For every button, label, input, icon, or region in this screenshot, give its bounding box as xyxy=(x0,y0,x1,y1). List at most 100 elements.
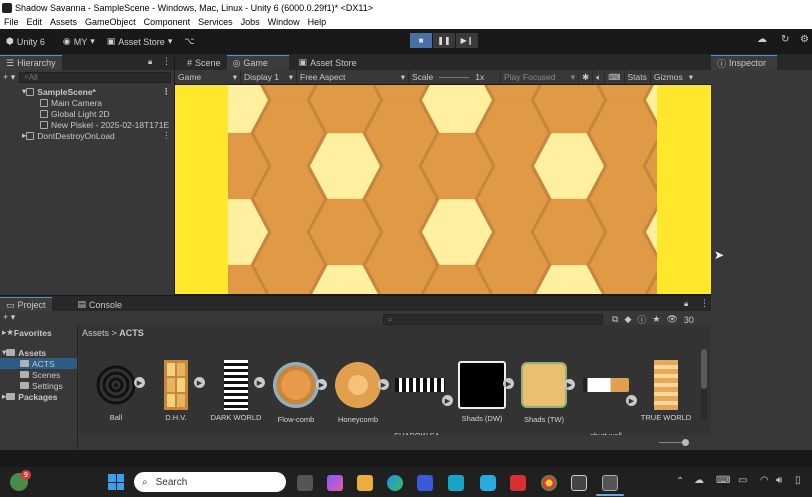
hierarchy-row-scene[interactable]: ▾ SampleScene* ⋮ xyxy=(0,86,174,97)
hierarchy-row-main-camera[interactable]: Main Camera xyxy=(0,97,174,108)
volume-icon[interactable]: 🔊︎ xyxy=(776,475,782,486)
audio-mute-icon[interactable]: 🔈︎ xyxy=(593,70,606,84)
more-icon[interactable]: ⋮ xyxy=(162,86,171,97)
menu-services[interactable]: Services xyxy=(194,17,237,27)
app-icon[interactable] xyxy=(448,475,464,491)
play-button[interactable]: ■ xyxy=(410,33,432,48)
windows-start-icon[interactable] xyxy=(108,474,124,490)
more-icon[interactable]: ⋮ xyxy=(700,298,709,309)
taskbar-search[interactable]: ⌕ Search xyxy=(134,472,286,492)
tab-game[interactable]: ◎ Game xyxy=(226,55,289,70)
menu-edit[interactable]: Edit xyxy=(23,17,47,27)
menu-bar: File Edit Assets GameObject Component Se… xyxy=(0,15,812,29)
lock-icon[interactable]: 🔒︎ xyxy=(684,299,688,309)
step-button[interactable]: ▶❙ xyxy=(456,33,478,48)
play-focused-dropdown[interactable]: Play Focused ▾ xyxy=(501,70,579,84)
project-search-input[interactable]: ⌕ xyxy=(383,314,603,325)
stats-button[interactable]: Stats xyxy=(625,70,651,84)
asset-item-shads-tw[interactable]: ▶ Shads (TW) xyxy=(511,360,577,424)
asset-item-shurt-wall[interactable]: ▶ shurt wall xyxy=(573,360,639,440)
cloud-icon[interactable]: ☁ xyxy=(757,34,767,45)
task-view-icon[interactable] xyxy=(297,475,313,491)
scrollbar-thumb[interactable] xyxy=(701,349,707,389)
more-icon[interactable]: ⋮ xyxy=(162,130,171,141)
mcafee-icon[interactable] xyxy=(510,475,526,491)
aspect-dropdown[interactable]: Free Aspect ▾ xyxy=(297,70,409,84)
asset-item-honeycomb[interactable]: ▶ Honeycomb xyxy=(325,360,391,424)
keyboard-icon[interactable]: ⌨ xyxy=(605,70,625,84)
store-icon[interactable] xyxy=(417,475,433,491)
chrome-icon[interactable] xyxy=(541,475,557,491)
asset-store-dropdown[interactable]: ▣ Asset Store ▾ xyxy=(107,36,173,47)
assets-folder-row[interactable]: ▾ Assets xyxy=(0,347,77,358)
onedrive-icon[interactable]: ☁ xyxy=(694,475,704,486)
tab-hierarchy[interactable]: ☰ Hierarchy xyxy=(0,55,62,70)
wifi-icon[interactable]: ◠ xyxy=(760,475,769,486)
menu-window[interactable]: Window xyxy=(264,17,304,27)
hierarchy-row-global-light[interactable]: Global Light 2D xyxy=(0,108,174,119)
asset-item-ball[interactable]: ▶ Ball xyxy=(83,360,149,422)
game-viewport[interactable] xyxy=(175,85,711,294)
menu-help[interactable]: Help xyxy=(304,17,331,27)
scale-slider[interactable]: Scale 1x xyxy=(409,70,501,84)
gizmos-dropdown[interactable]: Gizmos ▾ xyxy=(651,70,696,84)
battery-icon[interactable]: ▯ xyxy=(795,475,801,486)
filter-type-icon[interactable]: ⧉ xyxy=(612,314,618,325)
asset-item-shadow-sa[interactable]: ▶ SHADOW SA... xyxy=(387,360,453,440)
tab-inspector[interactable]: ⓘ Inspector xyxy=(711,55,777,70)
folder-row-acts[interactable]: ACTS xyxy=(0,358,77,369)
ime-icon[interactable]: ⌨ xyxy=(716,475,730,486)
scale-track[interactable] xyxy=(439,76,470,78)
favorites-row[interactable]: ▸ ★ Favorites xyxy=(0,327,77,338)
tab-scene[interactable]: # Scene xyxy=(181,55,227,70)
packages-folder-row[interactable]: ▸ Packages xyxy=(0,391,77,402)
version-control-button[interactable]: ⌥ xyxy=(184,36,194,47)
tab-project[interactable]: ▭ Project xyxy=(0,297,52,312)
asset-item-dark-world[interactable]: ▶ DARK WORLD xyxy=(203,360,269,422)
add-icon[interactable]: + ▾ xyxy=(3,72,15,83)
eye-icon[interactable]: 👁︎ xyxy=(666,314,677,325)
menu-gameobject[interactable]: GameObject xyxy=(81,17,140,27)
history-icon[interactable]: ↻ xyxy=(781,34,789,45)
hierarchy-search-input[interactable]: ⌕ All xyxy=(19,71,171,83)
breadcrumb-acts[interactable]: ACTS xyxy=(119,328,144,338)
chevron-up-icon[interactable]: ⌃ xyxy=(676,476,684,487)
thumbnail-size-handle[interactable] xyxy=(682,439,689,446)
unity-hub-icon[interactable] xyxy=(571,475,587,491)
breadcrumb-assets[interactable]: Assets xyxy=(82,328,109,338)
tab-asset-store[interactable]: ▣ Asset Store xyxy=(292,55,363,70)
filter-label-icon[interactable]: ◆ xyxy=(624,314,631,325)
asset-item-dhv[interactable]: ▶ D.H.V. xyxy=(143,360,209,422)
frame-debugger-icon[interactable]: ✱ xyxy=(579,70,594,84)
file-explorer-icon[interactable] xyxy=(357,475,373,491)
more-icon[interactable]: ⋮ xyxy=(162,56,171,67)
asset-item-true-world[interactable]: TRUE WORLD xyxy=(633,360,699,422)
folder-row-scenes[interactable]: Scenes xyxy=(0,369,77,380)
settings-icon[interactable]: ⚙ xyxy=(800,34,809,45)
unity-editor-icon[interactable] xyxy=(602,475,618,491)
python-icon[interactable] xyxy=(480,475,496,491)
folder-row-settings[interactable]: Settings xyxy=(0,380,77,391)
hierarchy-row-dontdestroyonload[interactable]: ▸ DontDestroyOnLoad ⋮ xyxy=(0,130,174,141)
pause-button[interactable]: ❚❚ xyxy=(433,33,455,48)
copilot-icon[interactable] xyxy=(327,475,343,491)
add-icon[interactable]: + ▾ xyxy=(3,312,15,323)
star-icon[interactable]: ★ xyxy=(652,314,660,325)
tab-console[interactable]: ▤ Console xyxy=(71,297,129,312)
asset-item-shads-dw[interactable]: ▶ Shads (DW) xyxy=(449,360,515,423)
edge-icon[interactable] xyxy=(387,475,403,491)
asset-grid-scrollbar[interactable] xyxy=(701,349,707,419)
unity-version-button[interactable]: ⬢ Unity 6 xyxy=(6,36,45,47)
scene-icon xyxy=(26,131,35,140)
account-dropdown[interactable]: ◉ MY ▾ xyxy=(63,36,95,47)
menu-file[interactable]: File xyxy=(0,17,23,27)
lock-icon[interactable]: 🔒︎ xyxy=(148,57,152,67)
display-dropdown[interactable]: Display 1 ▾ xyxy=(241,70,297,84)
game-mode-dropdown[interactable]: Game ▾ xyxy=(175,70,241,84)
drive-icon[interactable]: ▭ xyxy=(738,475,747,486)
menu-assets[interactable]: Assets xyxy=(46,17,81,27)
menu-component[interactable]: Component xyxy=(140,17,195,27)
asset-item-flow-comb[interactable]: ▶ Flow-comb xyxy=(263,360,329,424)
hierarchy-row-new-piskel[interactable]: New Piskel - 2025-02-18T171E xyxy=(0,119,174,130)
menu-jobs[interactable]: Jobs xyxy=(237,17,264,27)
